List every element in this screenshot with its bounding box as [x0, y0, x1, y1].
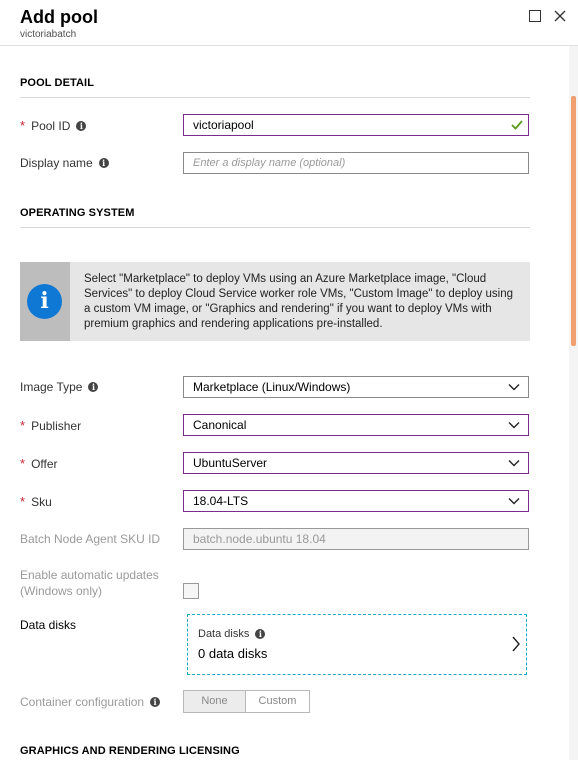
blade-title: Add pool	[20, 7, 98, 27]
checkmark-icon	[511, 120, 523, 130]
display-name-placeholder: Enter a display name (optional)	[193, 157, 346, 169]
section-divider	[20, 227, 530, 228]
maximize-button[interactable]	[528, 9, 542, 23]
info-icon[interactable]: i	[255, 629, 266, 639]
offer-value: UbuntuServer	[193, 456, 268, 470]
sku-value: 18.04-LTS	[193, 494, 249, 508]
info-box-message: Select "Marketplace" to deploy VMs using…	[84, 273, 513, 330]
pool-id-value: victoriapool	[193, 118, 254, 132]
data-disks-card-title-text: Data disks	[198, 628, 250, 640]
info-box: i Select "Marketplace" to deploy VMs usi…	[20, 262, 530, 341]
required-asterisk: *	[20, 456, 26, 471]
chevron-right-icon	[512, 636, 520, 652]
container-config-option-none[interactable]: None	[183, 690, 246, 713]
publisher-value: Canonical	[193, 418, 247, 432]
required-asterisk: *	[20, 418, 26, 433]
chevron-down-icon	[508, 422, 520, 429]
container-config-option-custom[interactable]: Custom	[245, 690, 310, 713]
display-name-label: Display name i	[20, 156, 109, 170]
section-title-operating-system: OPERATING SYSTEM	[20, 207, 135, 219]
display-name-label-text: Display name	[20, 156, 93, 170]
publisher-label: * Publisher	[20, 418, 81, 433]
node-agent-field: batch.node.ubuntu 18.04	[183, 528, 529, 550]
auto-updates-label-line1: Enable automatic updates	[20, 568, 159, 582]
close-icon	[554, 10, 566, 22]
section-divider	[20, 97, 530, 98]
pool-id-label-text: Pool ID	[31, 118, 71, 133]
scrollbar-thumb[interactable]	[571, 96, 576, 346]
display-name-input[interactable]: Enter a display name (optional)	[183, 152, 529, 174]
info-box-icon-column: i	[20, 262, 70, 341]
sku-label-text: Sku	[31, 494, 52, 509]
node-agent-label: Batch Node Agent SKU ID	[20, 532, 160, 546]
auto-updates-label-line2: (Windows only)	[20, 584, 103, 598]
data-disks-label-text: Data disks	[20, 618, 77, 632]
container-config-label: Container configuration i	[20, 695, 161, 709]
image-type-label: Image Type i	[20, 380, 99, 394]
chevron-down-icon	[508, 498, 520, 505]
section-title-pool-detail: POOL DETAIL	[20, 77, 95, 89]
info-icon[interactable]: i	[150, 697, 161, 707]
pool-id-input[interactable]: victoriapool	[183, 114, 529, 136]
offer-select[interactable]: UbuntuServer	[183, 452, 529, 474]
header-divider	[0, 45, 578, 46]
offer-label-text: Offer	[31, 456, 58, 471]
close-button[interactable]	[553, 9, 567, 23]
data-disks-label: Data disks	[20, 618, 76, 632]
publisher-select[interactable]: Canonical	[183, 414, 529, 436]
image-type-label-text: Image Type	[20, 380, 83, 394]
chevron-down-icon	[508, 460, 520, 467]
data-disks-card[interactable]: Data disks i 0 data disks	[187, 614, 527, 675]
section-title-graphics: GRAPHICS AND RENDERING LICENSING	[20, 745, 240, 757]
container-config-label-text: Container configuration	[20, 695, 145, 709]
data-disks-card-value: 0 data disks	[198, 646, 268, 661]
node-agent-label-text: Batch Node Agent SKU ID	[20, 532, 161, 546]
node-agent-value: batch.node.ubuntu 18.04	[193, 532, 326, 546]
pool-id-label: * Pool ID i	[20, 118, 87, 133]
vertical-scrollbar[interactable]	[569, 46, 578, 760]
info-icon[interactable]: i	[88, 382, 99, 392]
sku-label: * Sku	[20, 494, 52, 509]
image-type-select[interactable]: Marketplace (Linux/Windows)	[183, 376, 529, 398]
data-disks-card-title: Data disks i	[198, 628, 266, 640]
info-icon[interactable]: i	[98, 158, 109, 168]
info-icon[interactable]: i	[76, 120, 87, 131]
blade-subtitle: victoriabatch	[20, 29, 77, 40]
image-type-value: Marketplace (Linux/Windows)	[193, 380, 351, 394]
info-circle-icon: i	[27, 284, 62, 319]
maximize-icon	[529, 10, 541, 22]
required-asterisk: *	[20, 118, 26, 133]
offer-label: * Offer	[20, 456, 58, 471]
auto-updates-label: Enable automatic updates (Windows only)	[20, 567, 159, 599]
auto-updates-checkbox[interactable]	[183, 583, 199, 599]
required-asterisk: *	[20, 494, 26, 509]
publisher-label-text: Publisher	[31, 418, 82, 433]
sku-select[interactable]: 18.04-LTS	[183, 490, 529, 512]
chevron-down-icon	[508, 384, 520, 391]
